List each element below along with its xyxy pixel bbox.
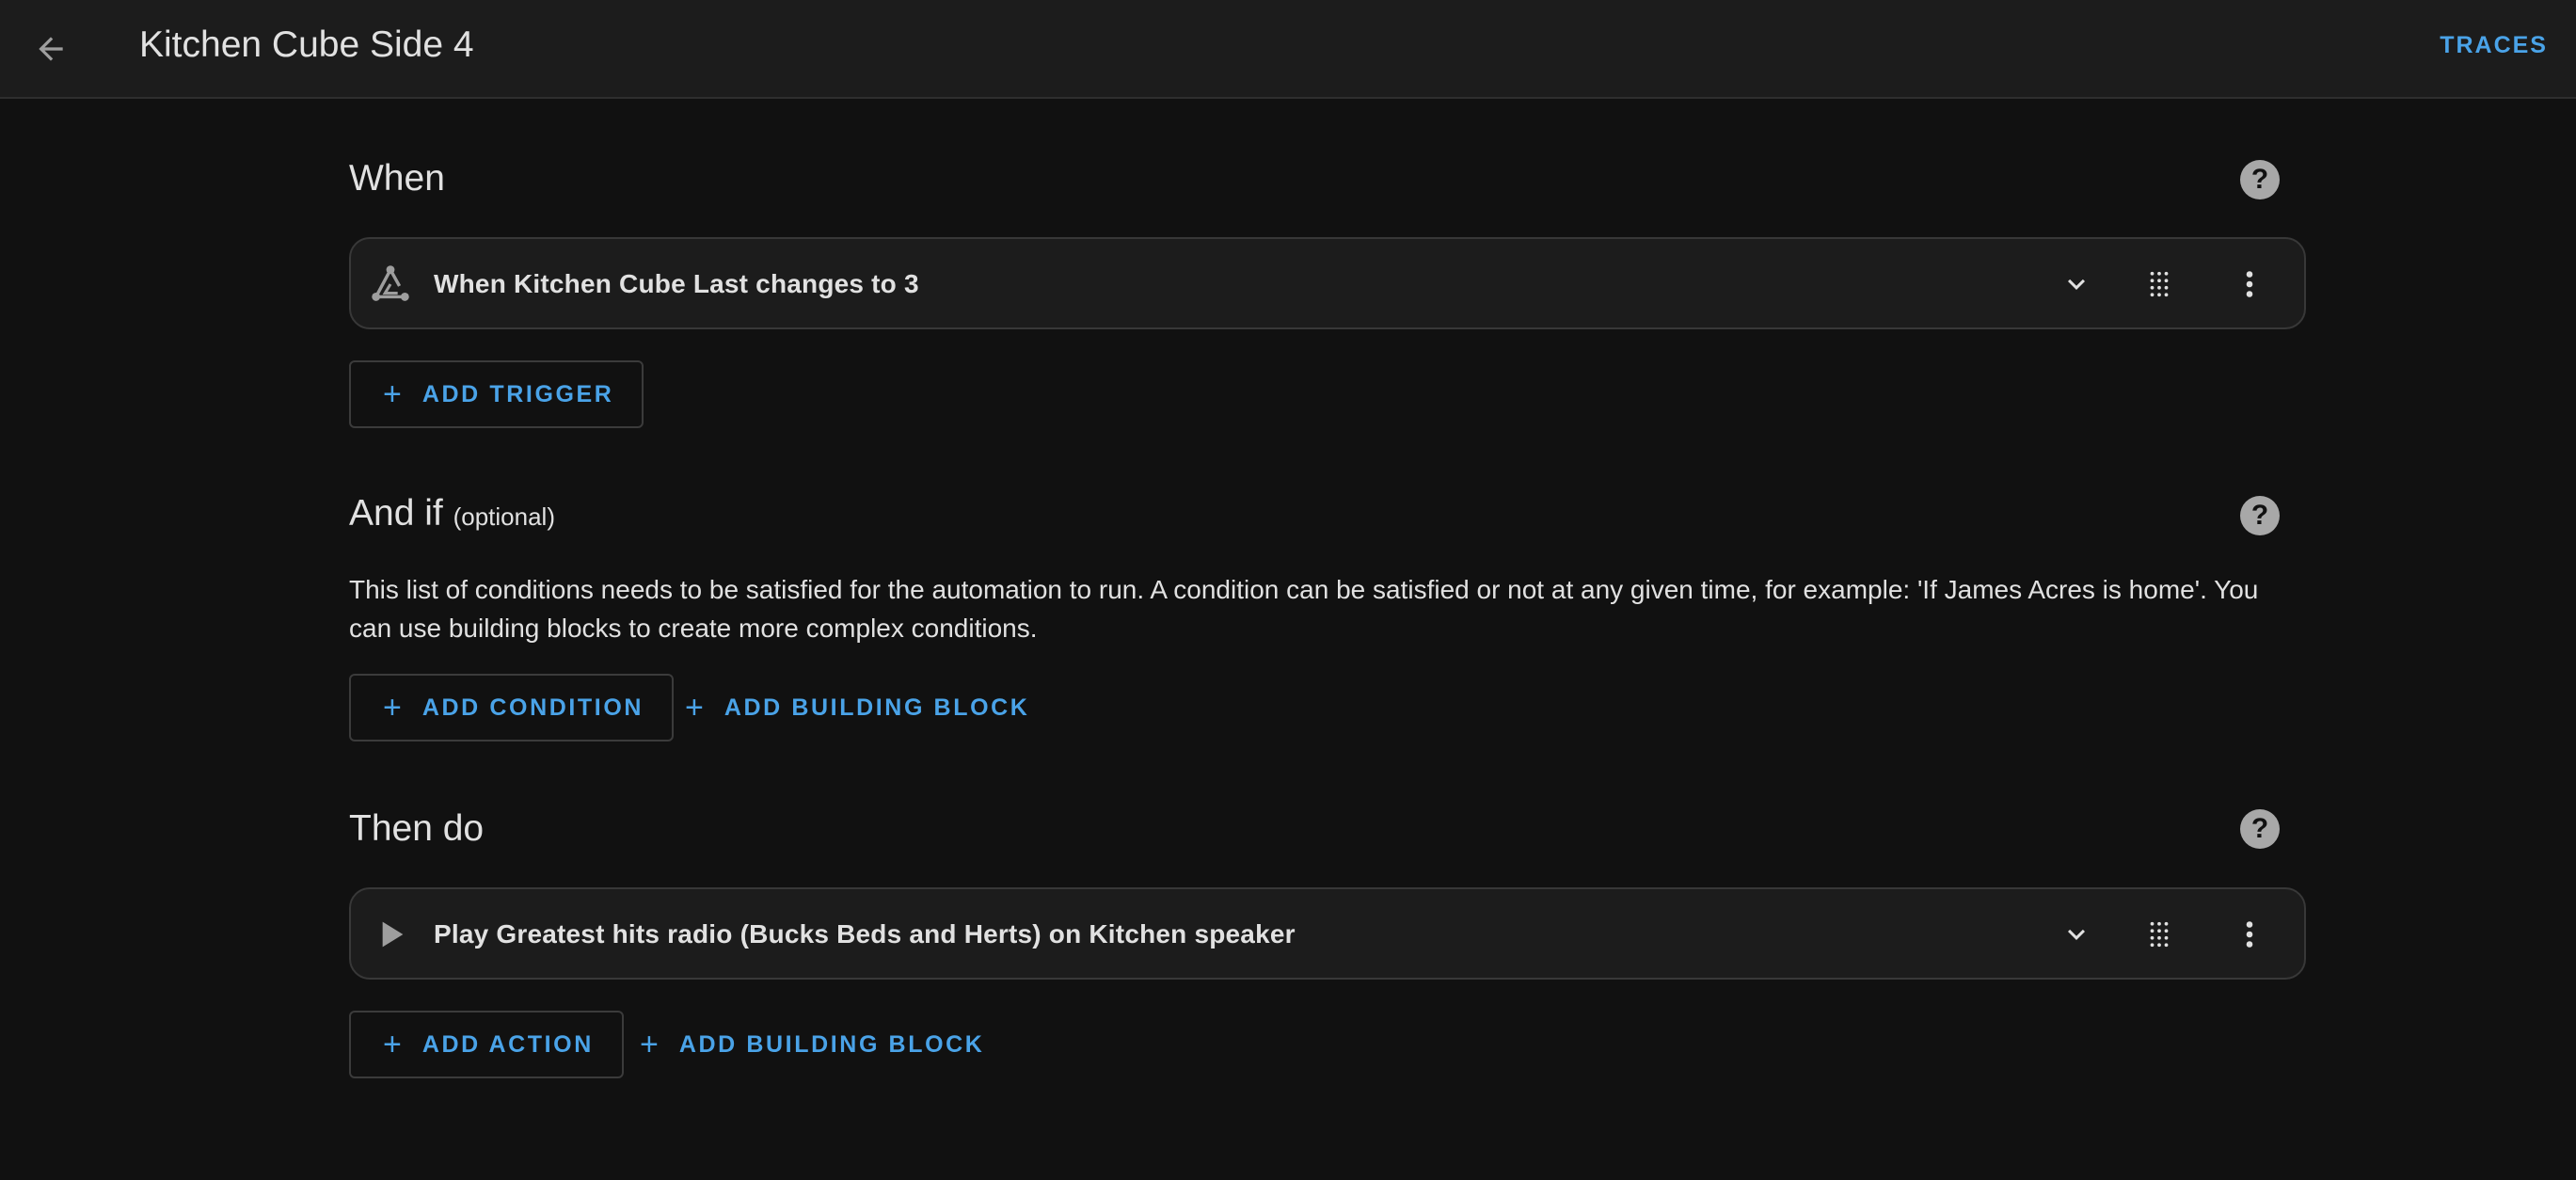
play-icon xyxy=(368,912,413,957)
when-heading: When xyxy=(349,158,445,199)
optional-label: (optional) xyxy=(453,502,555,531)
trigger-card[interactable]: When Kitchen Cube Last changes to 3 xyxy=(349,237,2306,329)
page-title: Kitchen Cube Side 4 xyxy=(139,24,474,65)
trigger-graph-icon xyxy=(368,262,413,307)
add-building-block-button[interactable]: + ADD BUILDING BLOCK xyxy=(685,674,1029,741)
action-label: Play Greatest hits radio (Bucks Beds and… xyxy=(434,919,1296,949)
help-circle-icon[interactable]: ? xyxy=(2240,160,2280,199)
expand-button[interactable] xyxy=(2054,912,2099,957)
add-trigger-label: ADD TRIGGER xyxy=(421,380,614,407)
conditions-description: This list of conditions needs to be sati… xyxy=(349,575,2259,643)
add-condition-button[interactable]: + ADD CONDITION xyxy=(349,674,675,741)
more-vertical-icon xyxy=(2246,271,2253,297)
overflow-menu-button[interactable] xyxy=(2227,262,2272,307)
top-app-bar: Kitchen Cube Side 4 TRACES xyxy=(0,0,2576,99)
plus-icon: + xyxy=(640,1027,659,1062)
plus-icon: + xyxy=(383,690,402,726)
help-circle-icon[interactable]: ? xyxy=(2240,809,2280,849)
drag-handle-icon xyxy=(2150,271,2169,297)
traces-button[interactable]: TRACES xyxy=(2440,28,2548,62)
drag-handle-icon xyxy=(2150,921,2169,948)
add-action-label: ADD ACTION xyxy=(421,1030,594,1058)
help-circle-icon[interactable]: ? xyxy=(2240,496,2280,535)
and-if-heading: And if (optional) xyxy=(349,491,555,539)
add-condition-label: ADD CONDITION xyxy=(421,694,644,721)
chevron-down-icon xyxy=(2068,929,2085,940)
drag-handle[interactable] xyxy=(2137,262,2182,307)
expand-button[interactable] xyxy=(2054,262,2099,307)
arrow-left-icon xyxy=(39,37,63,61)
trigger-label: When Kitchen Cube Last changes to 3 xyxy=(434,269,919,298)
and-if-title: And if xyxy=(349,493,443,534)
back-button[interactable] xyxy=(21,19,81,79)
chevron-down-icon xyxy=(2068,279,2085,290)
add-building-block-button[interactable]: + ADD BUILDING BLOCK xyxy=(640,1011,984,1078)
add-trigger-button[interactable]: + ADD TRIGGER xyxy=(349,360,644,428)
overflow-menu-button[interactable] xyxy=(2227,912,2272,957)
plus-icon: + xyxy=(383,376,402,412)
drag-handle[interactable] xyxy=(2137,912,2182,957)
add-building-block-label: ADD BUILDING BLOCK xyxy=(678,1030,985,1058)
add-action-button[interactable]: + ADD ACTION xyxy=(349,1011,624,1078)
more-vertical-icon xyxy=(2246,921,2253,948)
plus-icon: + xyxy=(685,690,704,726)
action-card[interactable]: Play Greatest hits radio (Bucks Beds and… xyxy=(349,887,2306,980)
add-building-block-label: ADD BUILDING BLOCK xyxy=(724,694,1030,721)
then-do-heading: Then do xyxy=(349,808,485,849)
plus-icon: + xyxy=(383,1027,402,1062)
